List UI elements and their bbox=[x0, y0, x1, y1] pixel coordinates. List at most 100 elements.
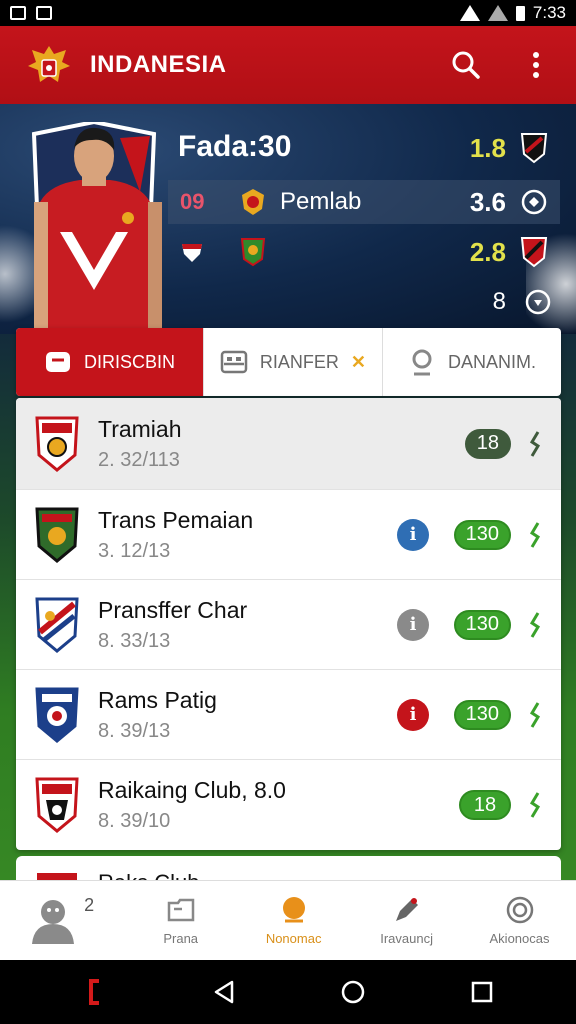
count-badge: 130 bbox=[453, 699, 511, 730]
nav-nonomac[interactable]: Nonomac bbox=[237, 881, 350, 960]
transfer-list: Tramiah 2. 32/113 18 Trans Pemaian 3. 12… bbox=[16, 398, 561, 850]
hero-extra: 8 bbox=[493, 288, 552, 316]
tab-label: DANANIM. bbox=[447, 351, 536, 372]
odds-label: Pemlab bbox=[280, 188, 362, 215]
system-navigation-bar bbox=[0, 960, 576, 1024]
recents-square-icon bbox=[471, 981, 492, 1003]
count-badge: 130 bbox=[453, 609, 511, 640]
recents-button[interactable] bbox=[467, 977, 497, 1007]
odds-value: 2.8 bbox=[469, 236, 506, 267]
item-name: Tramiah bbox=[98, 415, 182, 442]
dollar-icon[interactable] bbox=[527, 699, 543, 731]
refresh-icon[interactable] bbox=[524, 288, 552, 316]
item-date: 3. 12/13 bbox=[98, 539, 171, 562]
tab-ranking[interactable]: DANANIM. bbox=[383, 328, 561, 396]
dollar-icon[interactable] bbox=[527, 519, 543, 551]
list-item[interactable]: Pransffer Char 8. 33/13 i 130 bbox=[16, 580, 561, 670]
tab-label: RIANFER bbox=[259, 351, 339, 372]
list-item[interactable]: Rams Patig 8. 39/13 i 130 bbox=[16, 670, 561, 760]
back-button[interactable] bbox=[209, 977, 239, 1007]
list-item[interactable]: Tramiah 2. 32/113 18 bbox=[16, 398, 561, 490]
info-icon[interactable]: i bbox=[397, 698, 429, 731]
wifi-icon bbox=[459, 5, 480, 21]
item-date: 2. 32/113 bbox=[98, 448, 180, 471]
nav-label: Akionocas bbox=[489, 931, 550, 946]
score-title: Fada:30 bbox=[178, 130, 292, 163]
bottom-navigation: 2 Prana Nonomac Iravauncj Akionocas bbox=[0, 880, 576, 960]
tab-transfer[interactable]: RIANFER ✕ bbox=[204, 328, 383, 396]
club-crest-icon bbox=[242, 189, 264, 215]
odds-row-2[interactable]: 09 Pemlab 3.6 bbox=[168, 180, 560, 224]
signal-icon bbox=[487, 5, 508, 21]
count-badge: 18 bbox=[464, 428, 511, 459]
hero-banner: Fada:30 1.8 09 Pemlab 3.6 2.8 8 bbox=[0, 104, 576, 334]
edit-icon bbox=[395, 898, 418, 921]
list-item[interactable]: Trans Pemaian 3. 12/13 i 130 bbox=[16, 490, 561, 580]
notification-icon bbox=[10, 6, 26, 20]
clock: 7:33 bbox=[532, 3, 566, 22]
battery-icon bbox=[515, 5, 525, 21]
info-icon[interactable]: i bbox=[397, 518, 429, 551]
search-icon bbox=[452, 51, 480, 79]
club-crest-icon bbox=[35, 597, 79, 653]
list-item[interactable]: Raikaing Club, 8.0 8. 39/10 18 bbox=[16, 760, 561, 850]
odds-left-value: 09 bbox=[180, 189, 205, 214]
folder-icon bbox=[167, 898, 194, 922]
app-bar: INDANESIA bbox=[0, 26, 576, 104]
club-crest-icon bbox=[35, 416, 79, 472]
close-x-icon: ✕ bbox=[350, 351, 366, 372]
club-crest-icon bbox=[35, 687, 79, 743]
club-crest-icon bbox=[520, 133, 548, 164]
club-crest-icon bbox=[520, 237, 548, 268]
nav-label: Prana bbox=[163, 931, 199, 946]
count-badge: 18 bbox=[459, 790, 511, 820]
chat-icon bbox=[45, 352, 70, 372]
search-button[interactable] bbox=[450, 49, 482, 81]
club-crest-icon bbox=[35, 777, 79, 833]
dollar-icon[interactable] bbox=[527, 789, 543, 821]
location-pin-icon bbox=[412, 349, 432, 376]
dollar-icon[interactable] bbox=[527, 609, 543, 641]
info-icon[interactable]: i bbox=[397, 608, 429, 641]
flag-icon bbox=[182, 244, 202, 262]
odds-row-3[interactable]: 2.8 bbox=[168, 230, 560, 274]
nav-akionocas[interactable]: Akionocas bbox=[463, 881, 576, 960]
odds-value: 3.6 bbox=[469, 186, 506, 217]
back-triangle-icon bbox=[214, 980, 233, 1004]
target-icon bbox=[506, 896, 533, 924]
count-badge: 130 bbox=[453, 519, 511, 550]
player-image bbox=[31, 122, 162, 334]
nav-iravauncj[interactable]: Iravauncj bbox=[350, 881, 463, 960]
home-circle-icon bbox=[341, 980, 364, 1004]
avatar-icon bbox=[32, 899, 75, 944]
segmented-tabs: DIRISCBIN RIANFER ✕ DANANIM. bbox=[16, 328, 561, 396]
item-name: Rams Patig bbox=[98, 686, 217, 713]
image-notification-icon bbox=[36, 6, 52, 20]
hero-extra-count: 8 bbox=[492, 288, 506, 315]
ball-icon bbox=[521, 189, 547, 215]
nav-label: Nonomac bbox=[265, 931, 322, 946]
grid-icon bbox=[220, 350, 248, 374]
tab-discussion[interactable]: DIRISCBIN bbox=[16, 328, 204, 396]
odds-value: 1.8 bbox=[469, 132, 506, 163]
dollar-icon[interactable] bbox=[527, 428, 543, 460]
status-bar: 7:33 bbox=[0, 0, 576, 26]
soccer-ball-icon bbox=[282, 897, 305, 923]
phone-icon bbox=[88, 979, 99, 1005]
more-options-button[interactable] bbox=[520, 49, 552, 81]
nav-profile[interactable]: 2 bbox=[0, 881, 124, 960]
phone-app-button[interactable] bbox=[80, 977, 110, 1007]
garuda-logo-icon bbox=[28, 46, 70, 82]
kebab-menu-icon bbox=[533, 52, 539, 78]
tab-label: DIRISCBIN bbox=[83, 351, 175, 372]
item-name: Trans Pemaian bbox=[98, 506, 254, 533]
nav-prana[interactable]: Prana bbox=[124, 881, 237, 960]
nav-count: 2 bbox=[84, 895, 95, 915]
app-title: INDANESIA bbox=[90, 51, 227, 78]
club-crest-icon bbox=[35, 507, 79, 563]
item-name: Raikaing Club, 8.0 bbox=[98, 777, 286, 803]
odds-row-1[interactable]: 1.8 bbox=[430, 126, 560, 170]
item-name: Pransffer Char bbox=[98, 596, 248, 623]
club-crest-icon bbox=[240, 238, 266, 267]
home-button[interactable] bbox=[338, 977, 368, 1007]
